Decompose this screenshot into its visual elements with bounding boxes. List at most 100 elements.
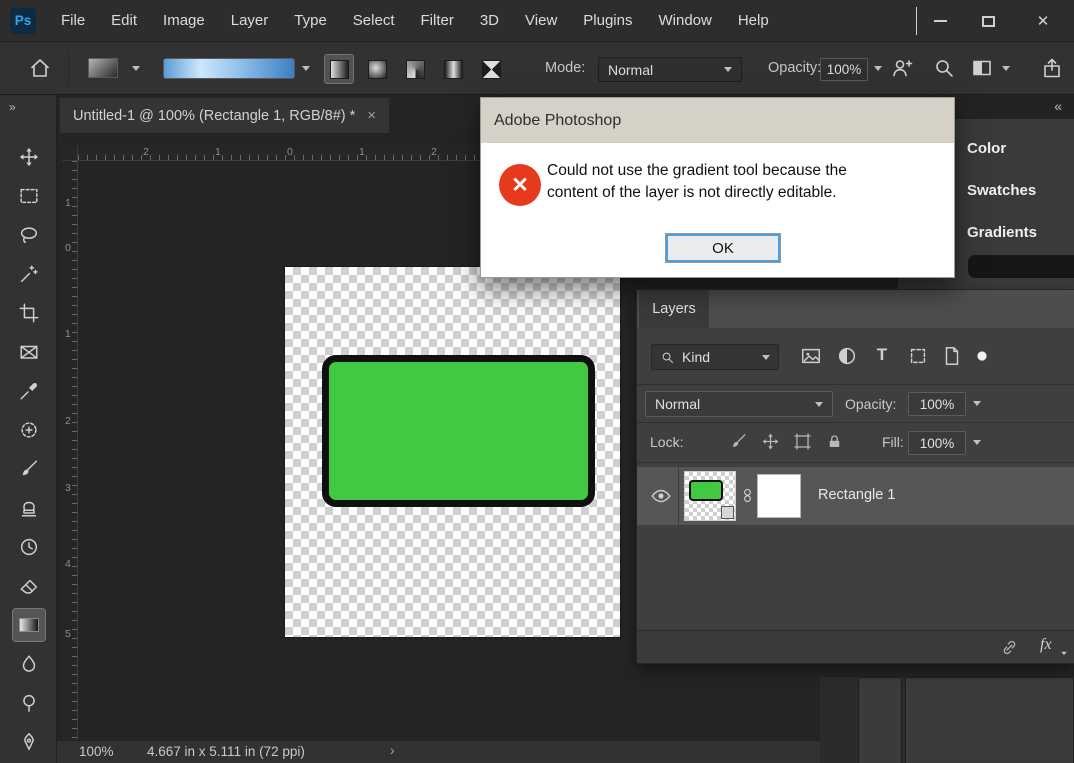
mask-link-icon[interactable] (739, 487, 756, 504)
layer-thumbnail[interactable] (684, 471, 736, 521)
vector-badge-icon (721, 506, 734, 519)
rectangular-marquee-tool[interactable] (13, 180, 45, 212)
layers-blend-row: Normal Opacity: 100% (637, 385, 1074, 423)
layer-name[interactable]: Rectangle 1 (818, 487, 895, 503)
ruler-label: 2 (431, 146, 437, 158)
search-icon[interactable] (932, 56, 956, 80)
mask-thumbnail[interactable] (757, 474, 801, 518)
dialog-title[interactable]: Adobe Photoshop (481, 98, 954, 143)
gradient-icon (19, 618, 39, 632)
crop-tool[interactable] (13, 297, 45, 329)
lock-all-icon[interactable] (825, 432, 844, 451)
menu-edit[interactable]: Edit (98, 12, 150, 29)
blend-mode-select[interactable]: Normal (645, 391, 833, 417)
ok-button[interactable]: OK (666, 234, 780, 262)
add-user-icon[interactable] (890, 56, 914, 80)
tab-layers[interactable]: Layers (639, 290, 709, 328)
document-canvas[interactable] (285, 267, 620, 637)
layers-opacity-label: Opacity: (845, 396, 897, 412)
chevron-down-icon[interactable] (973, 440, 981, 445)
reflected-gradient-button[interactable] (439, 55, 467, 83)
tool-preset-swatch[interactable] (88, 58, 118, 78)
history-brush-tool[interactable] (13, 531, 45, 563)
chevron-down-icon (815, 401, 823, 407)
mode-select[interactable]: Normal (598, 57, 742, 82)
opacity-label: Opacity: (768, 60, 822, 76)
lock-pixels-icon[interactable] (729, 432, 748, 451)
healing-brush-tool[interactable] (13, 414, 45, 446)
error-icon: ✕ (499, 164, 541, 206)
linear-gradient-button[interactable] (324, 54, 354, 84)
layer-row[interactable]: Rectangle 1 (637, 467, 1074, 525)
menu-select[interactable]: Select (340, 12, 408, 29)
lock-artboard-icon[interactable] (793, 432, 812, 451)
filter-shape-icon[interactable] (907, 345, 929, 367)
menu-help[interactable]: Help (725, 12, 782, 29)
menu-view[interactable]: View (512, 12, 570, 29)
workspace-icon[interactable] (970, 56, 994, 80)
document-tab[interactable]: Untitled-1 @ 100% (Rectangle 1, RGB/8#) … (60, 98, 390, 133)
tab-swatches[interactable]: Swatches (967, 182, 1036, 199)
blur-tool[interactable] (13, 648, 45, 680)
move-tool[interactable] (13, 141, 45, 173)
frame-icon (20, 345, 38, 359)
filter-kind-select[interactable]: Kind (651, 344, 779, 370)
opacity-input[interactable]: 100% (820, 58, 868, 81)
crop-icon (19, 303, 39, 323)
lock-transparency-icon[interactable] (697, 435, 716, 454)
clone-stamp-tool[interactable] (13, 492, 45, 524)
filter-adjustment-icon[interactable] (836, 345, 858, 367)
chevron-down-icon[interactable] (132, 66, 140, 71)
menu-file[interactable]: File (48, 12, 98, 29)
gradient-preview-bar[interactable] (163, 58, 295, 79)
menu-3d[interactable]: 3D (467, 12, 512, 29)
home-icon[interactable] (28, 56, 52, 80)
chevron-down-icon[interactable] (302, 66, 310, 71)
tab-gradients[interactable]: Gradients (967, 224, 1037, 241)
radial-gradient-button[interactable] (363, 55, 391, 83)
filter-color-dot-icon[interactable] (971, 345, 993, 367)
minimize-button[interactable] (916, 0, 964, 42)
menu-plugins[interactable]: Plugins (570, 12, 645, 29)
layer-effects-fx-icon[interactable]: fx (1040, 636, 1052, 654)
brush-tool[interactable] (13, 453, 45, 485)
opacity-value: 100% (826, 62, 862, 77)
dodge-tool[interactable] (13, 687, 45, 719)
menu-layer[interactable]: Layer (218, 12, 282, 29)
filter-smart-object-icon[interactable] (941, 345, 963, 367)
dock-collapse-icon[interactable]: « (1054, 98, 1062, 114)
pen-tool[interactable] (13, 726, 45, 758)
tab-close-icon[interactable]: × (367, 107, 376, 124)
angle-gradient-button[interactable] (401, 55, 429, 83)
menu-window[interactable]: Window (645, 12, 724, 29)
fill-input[interactable]: 100% (908, 431, 966, 455)
share-icon[interactable] (1040, 56, 1064, 80)
close-button[interactable]: ✕ (1012, 0, 1074, 42)
link-layers-icon[interactable] (1000, 638, 1019, 657)
tools-collapse-icon[interactable]: » (9, 100, 16, 114)
eraser-tool[interactable] (13, 570, 45, 602)
diamond-gradient-button[interactable] (477, 55, 505, 83)
menu-type[interactable]: Type (281, 12, 340, 29)
status-chevron-icon[interactable]: › (390, 743, 395, 758)
gradient-tool[interactable] (12, 608, 46, 642)
maximize-button[interactable] (964, 0, 1012, 42)
frame-tool[interactable] (13, 336, 45, 368)
fill-label: Fill: (882, 434, 904, 450)
eyedropper-tool[interactable] (13, 375, 45, 407)
chevron-down-icon[interactable] (973, 401, 981, 406)
lock-position-icon[interactable] (761, 432, 780, 451)
tab-color[interactable]: Color (967, 140, 1006, 157)
chevron-down-icon[interactable] (874, 66, 882, 71)
menu-filter[interactable]: Filter (408, 12, 467, 29)
filter-image-icon[interactable] (800, 345, 822, 367)
lasso-tool[interactable] (13, 219, 45, 251)
layers-opacity-input[interactable]: 100% (908, 392, 966, 416)
quick-selection-tool[interactable] (13, 258, 45, 290)
chevron-down-icon[interactable] (1002, 66, 1010, 71)
filter-type-icon[interactable]: T (871, 345, 893, 367)
visibility-eye-icon[interactable] (650, 485, 672, 507)
rectangle-shape[interactable] (322, 355, 595, 507)
menu-image[interactable]: Image (150, 12, 218, 29)
zoom-level[interactable]: 100% (79, 744, 114, 759)
